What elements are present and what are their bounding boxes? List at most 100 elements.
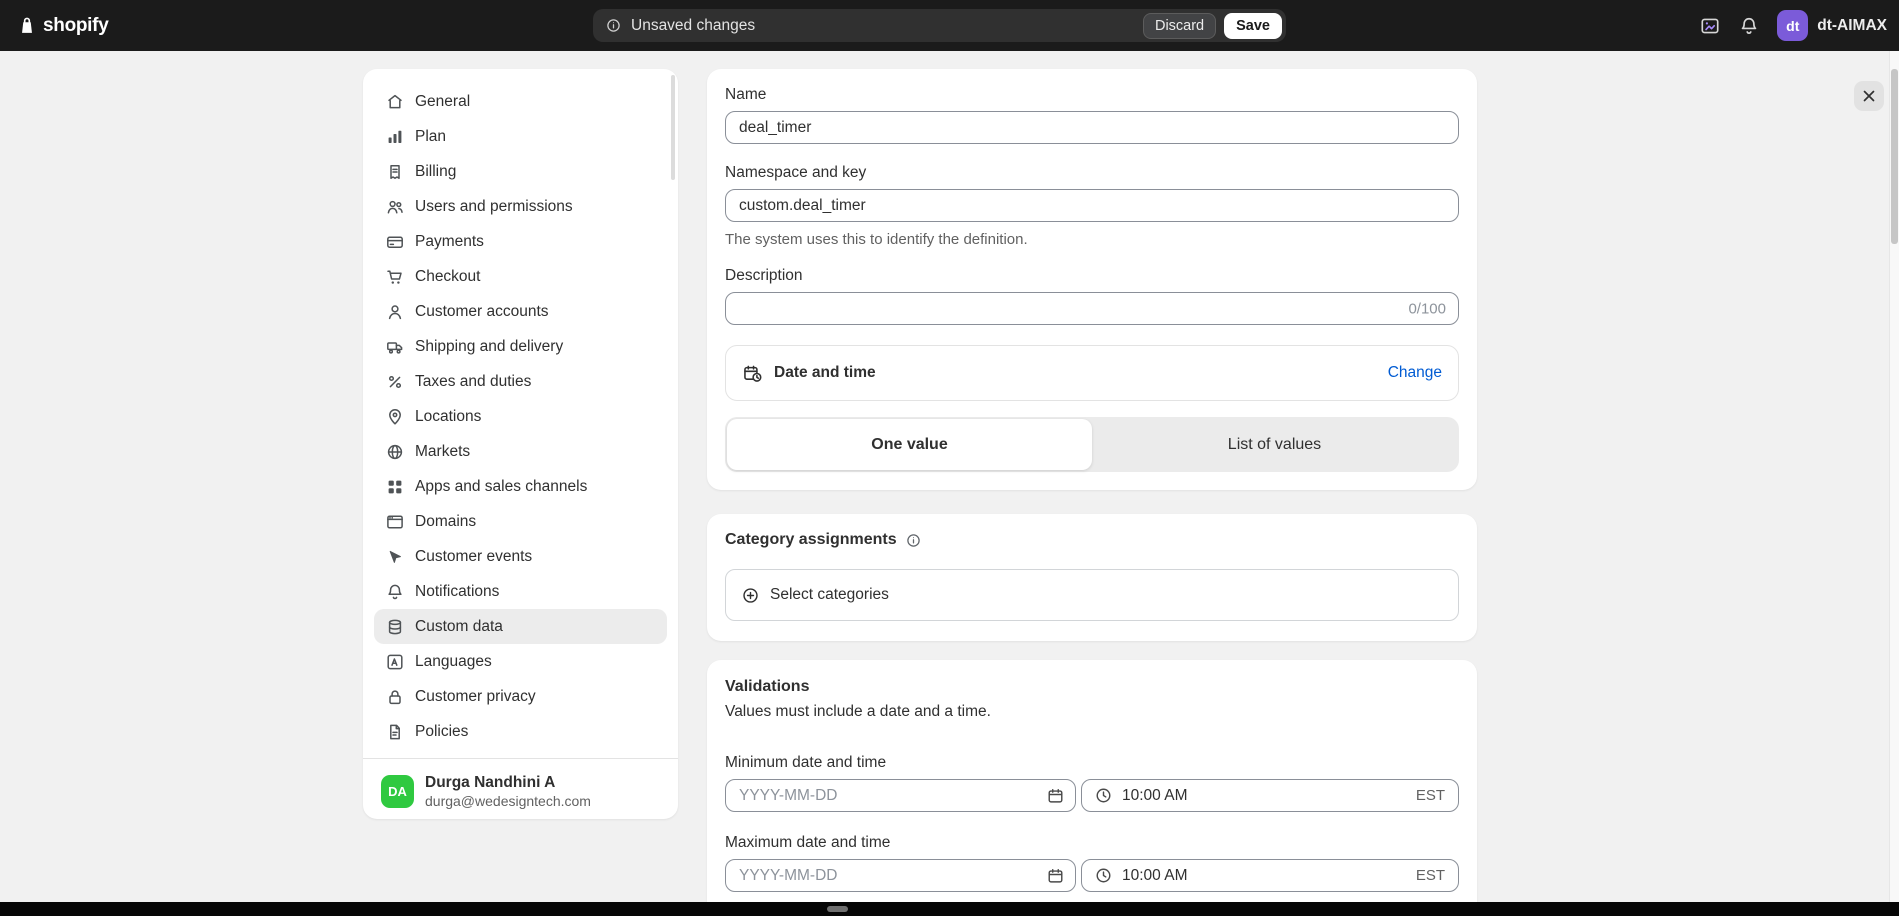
taskbar-pill — [827, 906, 848, 912]
sidebar-item-shipping-delivery[interactable]: Shipping and delivery — [374, 329, 667, 364]
min-time-input[interactable]: 10:00 AM EST — [1081, 779, 1459, 812]
change-type-link[interactable]: Change — [1388, 364, 1442, 382]
sidebar-item-custom-data[interactable]: Custom data — [374, 609, 667, 644]
cart-icon — [385, 267, 405, 287]
sidebar-item-notifications[interactable]: Notifications — [374, 574, 667, 609]
min-date-input[interactable] — [725, 779, 1076, 812]
store-icon — [385, 92, 405, 112]
content-type-label: Date and time — [774, 364, 876, 382]
max-time-value: 10:00 AM — [1122, 867, 1188, 885]
sidebar-item-general[interactable]: General — [374, 84, 667, 119]
shopify-bag-icon — [16, 15, 38, 37]
description-field: 0/100 — [725, 292, 1459, 325]
document-icon — [385, 722, 405, 742]
sidebar-item-billing[interactable]: Billing — [374, 154, 667, 189]
settings-nav: General Plan Billing Users and permissio… — [363, 69, 678, 749]
sidebar-item-customer-events[interactable]: Customer events — [374, 539, 667, 574]
max-time-input[interactable]: 10:00 AM EST — [1081, 859, 1459, 892]
min-time-value: 10:00 AM — [1122, 787, 1188, 805]
store-user-menu[interactable]: dt dt-AIMAX — [1777, 10, 1887, 41]
discard-button[interactable]: Discard — [1143, 13, 1216, 39]
description-counter: 0/100 — [1408, 300, 1446, 317]
sidebar-item-customer-privacy[interactable]: Customer privacy — [374, 679, 667, 714]
category-assignments-title: Category assignments — [725, 530, 897, 550]
name-label: Name — [725, 85, 1459, 104]
lock-icon — [385, 687, 405, 707]
sidebar-item-users-permissions[interactable]: Users and permissions — [374, 189, 667, 224]
select-categories-label: Select categories — [770, 586, 889, 604]
close-button[interactable] — [1854, 81, 1884, 111]
settings-sidebar: General Plan Billing Users and permissio… — [363, 69, 678, 819]
info-icon — [605, 17, 622, 34]
max-date-label: Maximum date and time — [725, 833, 1459, 852]
category-assignments-card: Category assignments Select categories — [707, 514, 1477, 641]
database-icon — [385, 617, 405, 637]
sidebar-item-policies[interactable]: Policies — [374, 714, 667, 749]
max-date-input[interactable] — [725, 859, 1076, 892]
location-pin-icon — [385, 407, 405, 427]
globe-icon — [385, 442, 405, 462]
list-of-values-option[interactable]: List of values — [1092, 419, 1457, 470]
max-timezone-suffix: EST — [1416, 867, 1445, 884]
shopify-settings-page: shopify Unsaved changes Discard Save dt … — [0, 0, 1899, 916]
validations-title: Validations — [725, 677, 809, 697]
cardinality-segmented-control: One value List of values — [725, 417, 1459, 472]
users-icon — [385, 197, 405, 217]
namespace-label: Namespace and key — [725, 163, 1459, 182]
name-input[interactable] — [725, 111, 1459, 144]
clock-icon — [1094, 866, 1113, 885]
min-timezone-suffix: EST — [1416, 787, 1445, 804]
browser-window-icon — [385, 512, 405, 532]
max-date-field — [725, 859, 1076, 892]
sidebar-item-languages[interactable]: Languages — [374, 644, 667, 679]
sidebar-item-taxes-duties[interactable]: Taxes and duties — [374, 364, 667, 399]
validations-subtitle: Values must include a date and a time. — [725, 702, 1459, 721]
store-avatar: dt — [1777, 10, 1808, 41]
brand-name: shopify — [43, 15, 108, 37]
description-label: Description — [725, 266, 1459, 285]
sidebar-item-plan[interactable]: Plan — [374, 119, 667, 154]
notifications-bell-icon[interactable] — [1738, 15, 1760, 37]
info-icon[interactable] — [905, 532, 922, 549]
bell-icon — [385, 582, 405, 602]
truck-icon — [385, 337, 405, 357]
min-date-row: 10:00 AM EST — [725, 779, 1459, 812]
topbar-right: dt dt-AIMAX — [1699, 0, 1887, 51]
sidebar-item-checkout[interactable]: Checkout — [374, 259, 667, 294]
description-input[interactable] — [725, 292, 1459, 325]
cursor-icon — [385, 547, 405, 567]
topbar: shopify Unsaved changes Discard Save dt … — [0, 0, 1899, 51]
sidebar-item-customer-accounts[interactable]: Customer accounts — [374, 294, 667, 329]
sidebar-item-payments[interactable]: Payments — [374, 224, 667, 259]
save-button[interactable]: Save — [1224, 13, 1282, 39]
sidebar-item-domains[interactable]: Domains — [374, 504, 667, 539]
account-block[interactable]: DA Durga Nandhini A durga@wedesigntech.c… — [363, 759, 678, 810]
namespace-help-text: The system uses this to identify the def… — [725, 230, 1459, 249]
sidebar-item-apps-sales-channels[interactable]: Apps and sales channels — [374, 469, 667, 504]
namespace-input[interactable] — [725, 189, 1459, 222]
chart-icon — [385, 127, 405, 147]
sidebar-item-markets[interactable]: Markets — [374, 434, 667, 469]
credit-card-icon — [385, 232, 405, 252]
account-name: Durga Nandhini A — [425, 773, 591, 792]
sidebar-scrollbar-thumb[interactable] — [671, 75, 675, 180]
definition-card: Name Namespace and key The system uses t… — [707, 69, 1477, 490]
validations-card: Validations Values must include a date a… — [707, 660, 1477, 916]
grid-icon — [385, 477, 405, 497]
page-scrollbar[interactable] — [1889, 51, 1899, 916]
unsaved-changes-message: Unsaved changes — [631, 17, 1143, 35]
media-monitor-icon[interactable] — [1699, 15, 1721, 37]
percent-icon — [385, 372, 405, 392]
unsaved-changes-bar: Unsaved changes Discard Save — [593, 9, 1286, 42]
account-avatar: DA — [381, 775, 414, 808]
calendar-clock-icon — [742, 363, 763, 384]
receipt-icon — [385, 162, 405, 182]
content-type-box: Date and time Change — [725, 345, 1459, 401]
page-scrollbar-thumb[interactable] — [1891, 69, 1898, 244]
min-date-label: Minimum date and time — [725, 753, 1459, 772]
shopify-logo[interactable]: shopify — [16, 0, 108, 51]
one-value-option[interactable]: One value — [727, 419, 1092, 470]
select-categories-button[interactable]: Select categories — [725, 569, 1459, 621]
person-icon — [385, 302, 405, 322]
sidebar-item-locations[interactable]: Locations — [374, 399, 667, 434]
